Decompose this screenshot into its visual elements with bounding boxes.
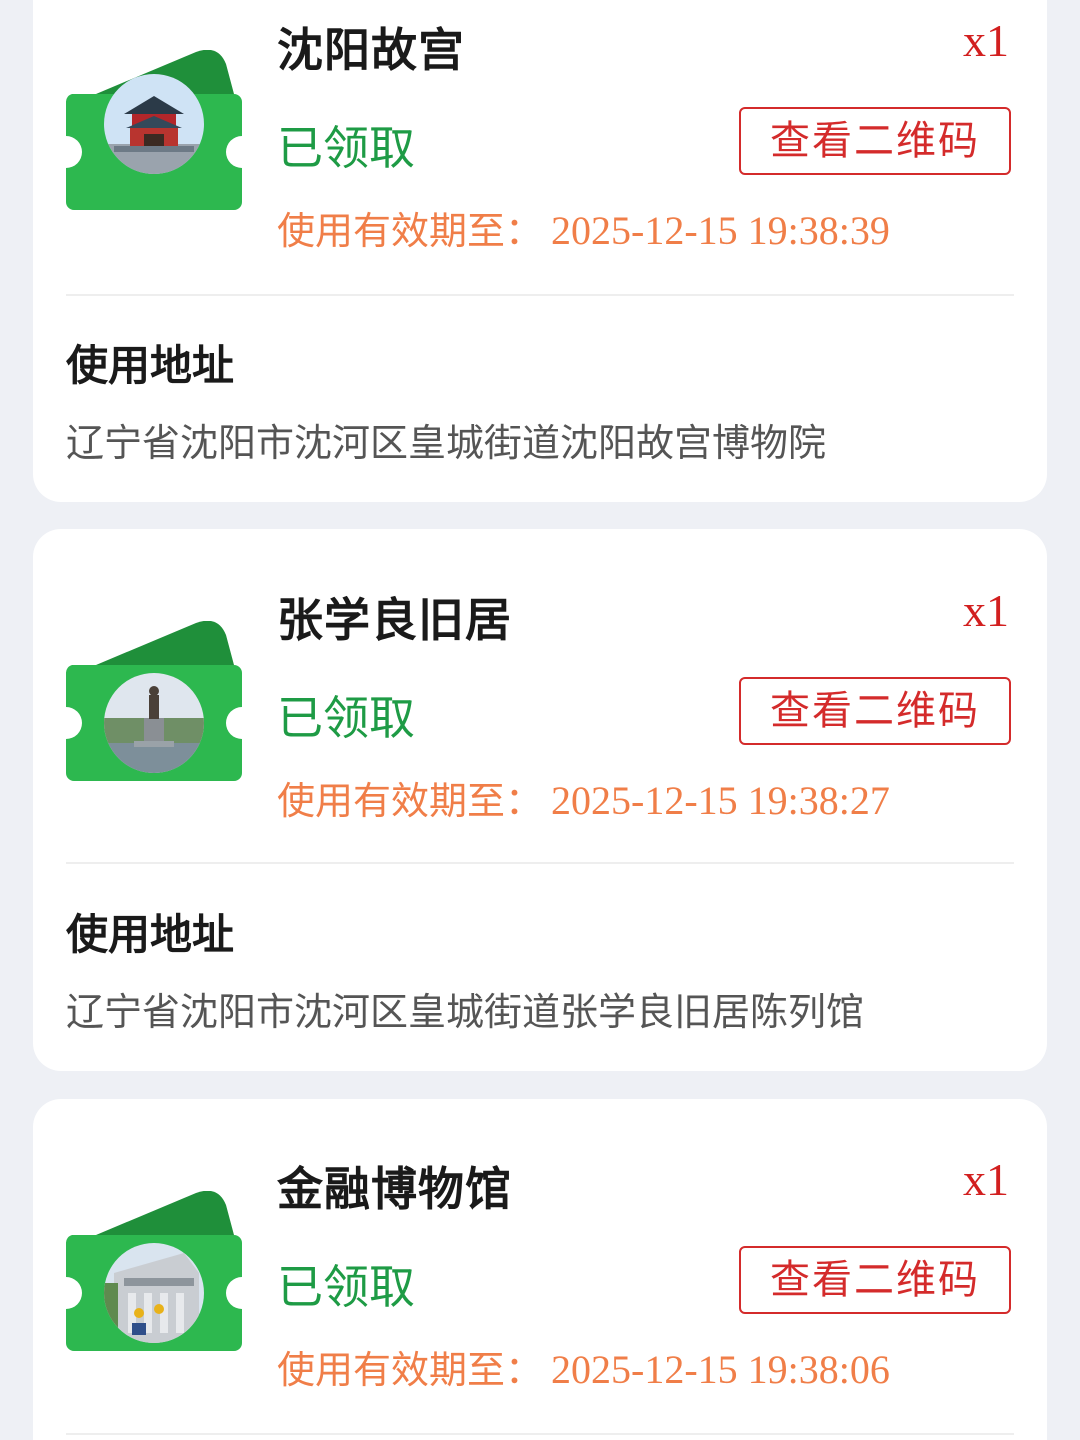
validity-line: 使用有效期至： 2025-12-15 19:38:06: [277, 1339, 890, 1394]
ticket-status: 已领取: [277, 121, 415, 175]
validity-date: 2025-12-15 19:38:39: [551, 208, 890, 253]
ticket-card[interactable]: 金融博物馆 x1 已领取 查看二维码 使用有效期至： 2025-12-15 19:…: [33, 1099, 1047, 1440]
view-qr-code-button[interactable]: 查看二维码: [739, 677, 1011, 745]
ticket-title: 金融博物馆: [277, 1162, 512, 1216]
ticket-list-page: 沈阳故宫 x1 已领取 查看二维码 使用有效期至： 2025-12-15 19:3…: [0, 0, 1080, 1440]
divider: [66, 294, 1014, 296]
validity-label: 使用有效期至：: [277, 209, 544, 253]
ticket-card[interactable]: 张学良旧居 x1 已领取 查看二维码 使用有效期至： 2025-12-15 19:…: [33, 529, 1047, 1071]
ticket-status: 已领取: [277, 691, 415, 745]
validity-date: 2025-12-15 19:38:27: [551, 778, 890, 823]
statue-thumbnail: [104, 673, 204, 773]
validity-line: 使用有效期至： 2025-12-15 19:38:39: [277, 200, 890, 255]
validity-label: 使用有效期至：: [277, 779, 544, 823]
divider: [66, 862, 1014, 864]
address-text: 辽宁省沈阳市沈河区皇城街道张学良旧居陈列馆: [66, 990, 865, 1034]
address-label: 使用地址: [66, 341, 235, 390]
validity-line: 使用有效期至： 2025-12-15 19:38:27: [277, 770, 890, 825]
ticket-title: 沈阳故宫: [277, 23, 465, 77]
ticket-quantity: x1: [963, 15, 1009, 66]
palace-tower-thumbnail: [104, 74, 204, 174]
divider: [66, 1433, 1014, 1435]
validity-label: 使用有效期至：: [277, 1348, 544, 1392]
museum-building-thumbnail: [104, 1243, 204, 1343]
ticket-quantity: x1: [963, 585, 1009, 636]
ticket-icon: [66, 50, 242, 210]
view-qr-code-button[interactable]: 查看二维码: [739, 1246, 1011, 1314]
address-text: 辽宁省沈阳市沈河区皇城街道沈阳故宫博物院: [66, 421, 827, 465]
ticket-card[interactable]: 沈阳故宫 x1 已领取 查看二维码 使用有效期至： 2025-12-15 19:3…: [33, 0, 1047, 502]
view-qr-code-button[interactable]: 查看二维码: [739, 107, 1011, 175]
ticket-quantity: x1: [963, 1154, 1009, 1205]
ticket-icon: [66, 1191, 242, 1351]
address-label: 使用地址: [66, 910, 235, 959]
ticket-status: 已领取: [277, 1260, 415, 1314]
validity-date: 2025-12-15 19:38:06: [551, 1347, 890, 1392]
ticket-title: 张学良旧居: [277, 593, 512, 647]
ticket-icon: [66, 621, 242, 781]
